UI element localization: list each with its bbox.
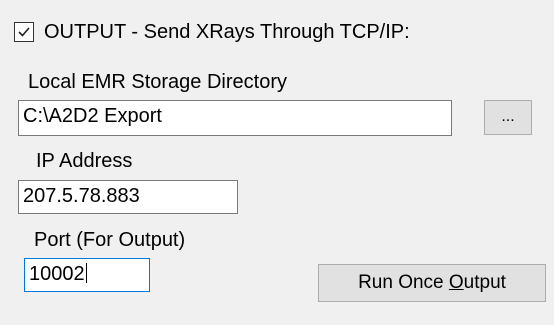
ip-address-label: IP Address bbox=[36, 150, 133, 172]
ip-address-value: 207.5.78.883 bbox=[23, 185, 140, 207]
ip-address-input[interactable]: 207.5.78.883 bbox=[18, 180, 238, 214]
text-caret bbox=[85, 263, 87, 283]
run-once-label-mnemonic: O bbox=[448, 272, 464, 293]
run-once-label-post: utput bbox=[463, 272, 506, 293]
run-once-label-pre: Run Once bbox=[358, 272, 449, 293]
output-checkbox-label[interactable]: OUTPUT - Send XRays Through TCP/IP: bbox=[44, 20, 410, 44]
storage-directory-input[interactable]: C:\A2D2 Export bbox=[18, 100, 452, 136]
output-checkbox[interactable] bbox=[14, 22, 34, 42]
browse-button[interactable]: ... bbox=[484, 100, 532, 135]
storage-directory-label: Local EMR Storage Directory bbox=[28, 71, 287, 93]
port-label: Port (For Output) bbox=[34, 229, 186, 251]
port-input[interactable]: 10002 bbox=[24, 258, 150, 292]
storage-directory-value: C:\A2D2 Export bbox=[23, 105, 162, 127]
checkmark-icon bbox=[18, 27, 30, 37]
run-once-output-button[interactable]: Run Once Output bbox=[318, 264, 546, 302]
browse-button-label: ... bbox=[501, 107, 515, 125]
port-value: 10002 bbox=[29, 263, 85, 285]
